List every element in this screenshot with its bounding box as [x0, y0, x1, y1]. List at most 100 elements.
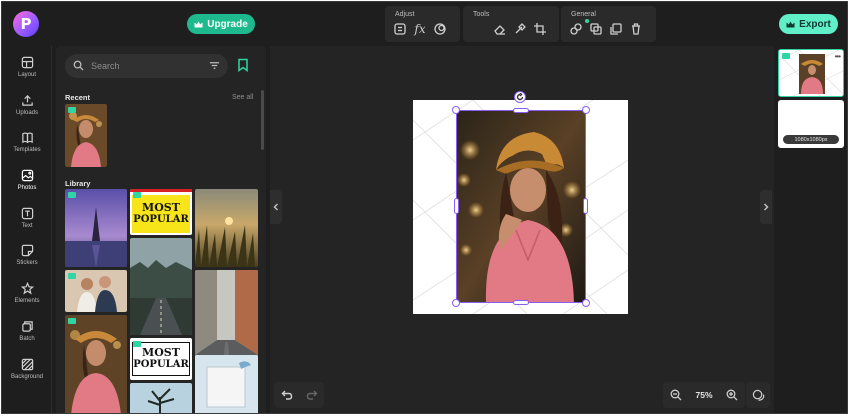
crown-icon — [786, 21, 795, 27]
more-options-icon[interactable]: ••• — [835, 52, 841, 61]
expand-pages-button[interactable] — [760, 190, 772, 224]
rail-item-stickers[interactable]: Stickers — [2, 237, 52, 273]
upgrade-label: Upgrade — [207, 18, 248, 30]
trash-icon[interactable] — [629, 22, 643, 36]
photos-panel: Recent See all Library — [56, 46, 266, 413]
rail-label: Background — [10, 374, 44, 380]
page-thumb-1[interactable]: ••• — [778, 49, 844, 97]
premium-badge — [68, 273, 76, 279]
general-notification-dot — [585, 19, 589, 23]
rail-label: Text — [21, 223, 33, 229]
library-photo-tree[interactable] — [130, 383, 192, 413]
upload-icon — [21, 95, 33, 106]
library-sticker-most-popular[interactable]: MOST POPULAR — [130, 189, 192, 235]
zoom-in-icon[interactable] — [726, 389, 738, 401]
zoom-level[interactable]: 75% — [695, 390, 712, 400]
woman-hat-photo — [65, 315, 127, 413]
page-thumb-2[interactable]: 1080x1080px — [778, 100, 844, 148]
link-icon[interactable] — [569, 22, 583, 36]
rail-item-background[interactable]: Background — [2, 351, 52, 387]
library-photo-paris[interactable] — [65, 189, 127, 267]
rail-item-batch[interactable]: Batch — [2, 313, 52, 349]
general-title: General — [571, 11, 596, 18]
rail-item-uploads[interactable]: Uploads — [2, 87, 52, 123]
rail-label: Uploads — [15, 110, 38, 116]
selection-frame[interactable] — [456, 110, 586, 303]
resize-handle-right[interactable] — [583, 198, 588, 214]
rail-item-layout[interactable]: Layout — [2, 49, 52, 85]
magic-brush-icon[interactable] — [513, 22, 527, 36]
eraser-icon[interactable] — [493, 22, 507, 36]
panel-scrollbar[interactable] — [261, 90, 264, 150]
rail-item-templates[interactable]: Templates — [2, 124, 52, 160]
recent-title: Recent — [65, 93, 91, 102]
sticker-plate: MOST POPULAR — [132, 342, 190, 376]
adjust-title: Adjust — [395, 11, 415, 18]
sticker-word-2: POPULAR — [133, 359, 189, 370]
zoom-out-icon[interactable] — [670, 389, 682, 401]
logo-letter: P — [20, 15, 32, 33]
library-photo-road[interactable] — [130, 238, 192, 335]
premium-badge — [68, 318, 76, 324]
resize-handle-bottom-right[interactable] — [582, 299, 590, 307]
adjust-sliders-icon[interactable] — [393, 22, 407, 36]
sticker-word-2: POPULAR — [133, 214, 189, 225]
tree-silhouette-photo — [130, 383, 192, 413]
library-sticker-most-popular-2[interactable]: MOST POPULAR — [130, 338, 192, 380]
search-icon — [73, 60, 84, 71]
duplicate-icon[interactable] — [609, 22, 623, 36]
crop-icon[interactable] — [533, 22, 547, 36]
left-rail: Layout Uploads Templates Photos Text Sti… — [2, 46, 52, 413]
export-button[interactable]: Export — [779, 14, 838, 34]
help-button[interactable] — [746, 382, 770, 408]
library-title: Library — [65, 179, 91, 188]
app-logo[interactable]: P — [13, 11, 39, 37]
library-photo-sunset-grass[interactable] — [195, 189, 258, 267]
see-all-link[interactable]: See all — [232, 94, 253, 101]
library-photo-frame[interactable] — [195, 355, 258, 413]
library-photo-couple[interactable] — [65, 270, 127, 312]
resize-handle-bottom[interactable] — [513, 300, 529, 305]
collapse-panel-button[interactable] — [270, 190, 282, 224]
export-label: Export — [799, 18, 831, 30]
resize-handle-bottom-left[interactable] — [452, 299, 460, 307]
search-input[interactable] — [91, 59, 191, 73]
woman-hat-photo — [65, 104, 107, 167]
resize-handle-top-left[interactable] — [452, 106, 460, 114]
rail-item-text[interactable]: Text — [2, 200, 52, 236]
rail-item-photos[interactable]: Photos — [2, 162, 52, 198]
page-dimensions-label: 1080x1080px — [783, 135, 839, 144]
foggy-road-photo — [130, 238, 192, 335]
premium-badge — [133, 192, 141, 198]
chevron-left-icon — [273, 203, 279, 211]
rotate-handle[interactable] — [514, 91, 526, 103]
fx-icon[interactable]: fx — [413, 22, 427, 36]
sunset-grass-photo — [195, 189, 258, 267]
bookmark-icon[interactable] — [236, 58, 250, 72]
sticker-plate: MOST POPULAR — [132, 195, 190, 233]
resize-handle-top-right[interactable] — [582, 106, 590, 114]
paris-eiffel-photo — [65, 189, 127, 267]
resize-handle-top[interactable] — [513, 108, 529, 113]
redo-icon[interactable] — [306, 389, 318, 401]
premium-badge — [68, 107, 76, 113]
resize-handle-left[interactable] — [454, 198, 459, 214]
rail-label: Stickers — [16, 260, 38, 266]
filter-icon[interactable] — [209, 60, 220, 71]
general-toolgroup: General — [561, 6, 656, 42]
recent-photo-thumb[interactable] — [65, 104, 107, 167]
rail-label: Templates — [13, 147, 41, 153]
search-bar — [65, 54, 228, 78]
library-photo-woman-hat[interactable] — [65, 315, 127, 413]
upgrade-button[interactable]: Upgrade — [187, 14, 255, 34]
undo-icon[interactable] — [281, 389, 293, 401]
help-chat-icon — [752, 389, 764, 401]
filter-icon[interactable] — [433, 22, 447, 36]
rail-label: Elements — [14, 298, 40, 304]
background-icon — [21, 358, 33, 371]
fx-label: fx — [414, 22, 426, 36]
premium-badge — [133, 341, 141, 347]
tools-title: Tools — [473, 11, 490, 18]
rail-item-elements[interactable]: Elements — [2, 275, 52, 311]
layers-icon[interactable] — [589, 22, 603, 36]
